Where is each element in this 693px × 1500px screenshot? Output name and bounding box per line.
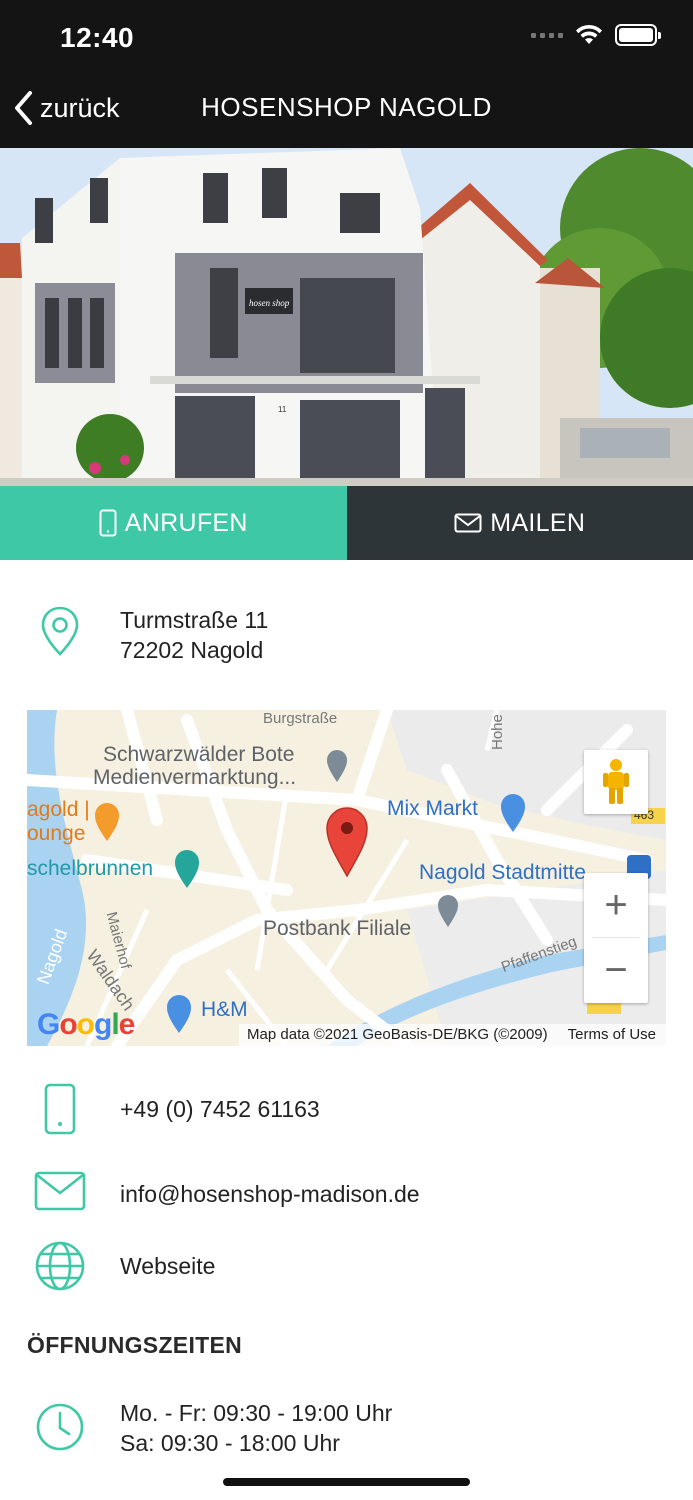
mail-label: MAILEN	[490, 508, 586, 537]
website-row[interactable]: Webseite	[0, 1240, 693, 1292]
map-label-nagold-lounge-1: agold |	[27, 798, 90, 821]
globe-icon	[35, 1241, 85, 1291]
status-time: 12:40	[60, 22, 135, 53]
home-indicator[interactable]	[223, 1478, 470, 1486]
google-logo: Google	[37, 1008, 135, 1041]
mobile-phone-icon	[99, 509, 117, 537]
zoom-controls: + −	[584, 873, 648, 1003]
zoom-in-button[interactable]: +	[584, 873, 648, 938]
wifi-icon	[576, 24, 602, 44]
map-label-stadtmitte: Nagold Stadtmitte	[419, 861, 586, 884]
map-label-brunnen: schelbrunnen	[27, 857, 154, 880]
address-street: Turmstraße 11	[120, 607, 269, 633]
shop-photo: hosen shop 11	[0, 148, 693, 486]
action-bar: ANRUFEN MAILEN	[0, 486, 693, 560]
opening-hours-row: Mo. - Fr: 09:30 - 19:00 Uhr Sa: 09:30 - …	[0, 1398, 693, 1458]
top-bar: 12:40 zurück HOSENSHOP NAGOLD	[0, 0, 693, 148]
map-label-bote-2: Medienvermarktung...	[93, 766, 297, 789]
mail-button[interactable]: MAILEN	[346, 486, 693, 560]
shop-sign-text: hosen shop	[249, 298, 290, 308]
battery-icon	[615, 24, 661, 46]
mobile-phone-icon	[44, 1083, 76, 1135]
location-pin-icon	[41, 606, 79, 656]
map-label-postbank: Postbank Filiale	[263, 917, 412, 940]
opening-hours-text: Mo. - Fr: 09:30 - 19:00 Uhr Sa: 09:30 - …	[120, 1398, 392, 1458]
cellular-signal-icon	[531, 32, 563, 38]
email-address[interactable]: info@hosenshop-madison.de	[120, 1168, 420, 1220]
phone-number-link[interactable]: +49 (0) 7452 61163	[120, 1083, 320, 1135]
street-view-button[interactable]	[584, 750, 648, 814]
map-label-hohe: Hohe S	[489, 710, 506, 750]
pegman-icon	[603, 759, 629, 804]
map-label-bote-1: Schwarzwälder Bote	[103, 743, 295, 766]
envelope-icon	[454, 513, 482, 533]
hours-saturday: Sa: 09:30 - 18:00 Uhr	[120, 1430, 340, 1456]
call-label: ANRUFEN	[124, 508, 248, 537]
hours-weekdays: Mo. - Fr: 09:30 - 19:00 Uhr	[120, 1400, 393, 1426]
email-row[interactable]: info@hosenshop-madison.de	[0, 1168, 693, 1220]
house-number-text: 11	[278, 405, 287, 414]
zoom-out-button[interactable]: −	[584, 938, 648, 1003]
map-label-nagold-lounge-2: ounge	[27, 822, 86, 845]
address-row: Turmstraße 11 72202 Nagold	[0, 605, 693, 665]
website-link[interactable]: Webseite	[120, 1240, 215, 1292]
map-label-burgstrasse: Burgstraße	[263, 710, 338, 727]
page-title: HOSENSHOP NAGOLD	[201, 92, 492, 122]
address-text: Turmstraße 11 72202 Nagold	[120, 605, 268, 665]
map-attribution-text: Map data ©2021 GeoBasis-DE/BKG (©2009)	[247, 1026, 548, 1043]
clock-icon	[36, 1403, 84, 1451]
status-icons	[531, 24, 661, 46]
envelope-icon	[34, 1171, 86, 1211]
map-label-mix-markt: Mix Markt	[387, 797, 478, 820]
map-attribution: Map data ©2021 GeoBasis-DE/BKG (©2009) Te…	[239, 1024, 666, 1046]
address-city: 72202 Nagold	[120, 637, 264, 663]
map-view[interactable]: Burgstraße Schwarzwälder Bote Medienverm…	[27, 710, 666, 1046]
terms-of-use-link[interactable]: Terms of Use	[568, 1026, 656, 1043]
call-button[interactable]: ANRUFEN	[0, 486, 347, 560]
map-label-hm: H&M	[201, 998, 248, 1021]
phone-row[interactable]: +49 (0) 7452 61163	[0, 1083, 693, 1135]
opening-hours-title: ÖFFNUNGSZEITEN	[27, 1332, 243, 1358]
